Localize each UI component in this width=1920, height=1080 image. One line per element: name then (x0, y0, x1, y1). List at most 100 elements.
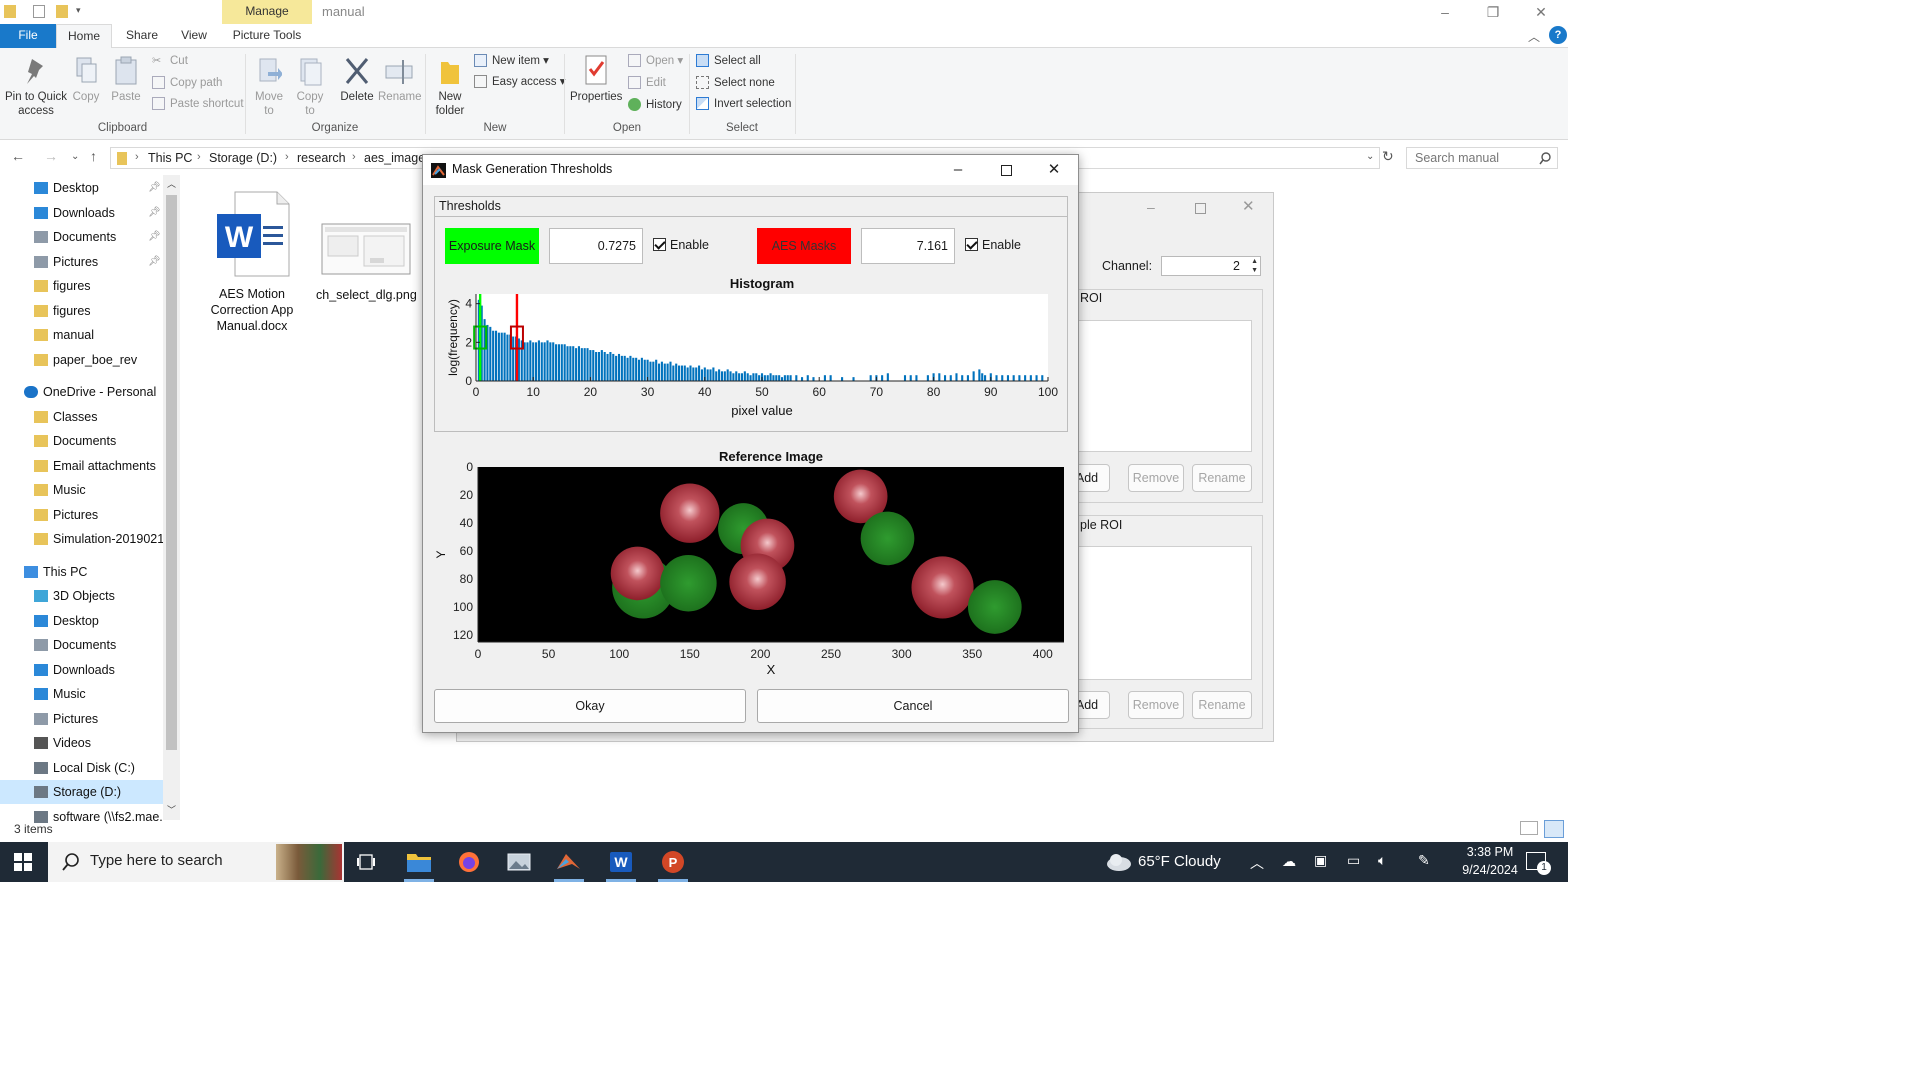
remove-roi-button[interactable]: Remove (1128, 464, 1184, 492)
breadcrumb-aes-image[interactable]: aes_image (364, 151, 425, 165)
tab-file[interactable]: File (0, 24, 56, 48)
bg-minimize-icon[interactable]: – (1147, 199, 1155, 215)
display-tray-icon[interactable]: ▣ (1314, 852, 1327, 869)
roi-list[interactable] (1074, 320, 1252, 452)
delete-button[interactable]: Delete (338, 56, 376, 104)
properties-button[interactable]: Properties (570, 54, 622, 104)
history-button[interactable]: History (626, 95, 682, 115)
large-icons-view-icon[interactable] (1544, 820, 1564, 838)
open-button[interactable]: Open ▾ (626, 51, 683, 71)
powerpoint-taskbar-icon[interactable]: P (650, 842, 696, 882)
rename-button[interactable]: Rename (378, 56, 421, 104)
breadcrumb-research[interactable]: research (297, 151, 346, 165)
nav-item-quick[interactable]: paper_boe_rev (0, 348, 163, 372)
aes-enable-checkbox[interactable]: Enable (965, 238, 1021, 253)
word-taskbar-icon[interactable]: W (598, 842, 644, 882)
up-arrow-icon[interactable]: ↑ (90, 148, 97, 164)
taskbar-search-box[interactable]: Type here to search (48, 842, 344, 882)
paste-shortcut-button[interactable]: Paste shortcut (150, 94, 244, 114)
histogram-chart[interactable]: Histogram 0 10 20 30 40 50 60 70 80 90 100 0 2 4 pixel … (435, 275, 1067, 430)
exposure-threshold-input[interactable]: 0.7275 (549, 228, 643, 264)
tab-view[interactable]: View (170, 24, 218, 48)
paste-button[interactable]: Paste (110, 56, 142, 104)
nav-item-this-pc[interactable]: This PC (0, 560, 163, 584)
volume-icon[interactable]: 🔈︎ (1378, 852, 1386, 869)
nav-item-this-pc-child[interactable]: Storage (D:) (0, 780, 163, 804)
nav-item-onedrive-folder[interactable]: Email attachments (0, 454, 163, 478)
rename-sample-roi-button[interactable]: Rename (1192, 691, 1252, 719)
nav-item-this-pc-child[interactable]: Documents (0, 633, 163, 657)
aes-threshold-input[interactable]: 7.161 (861, 228, 955, 264)
onedrive-tray-icon[interactable]: ☁ (1282, 853, 1296, 870)
pen-icon[interactable]: ✎ (1418, 852, 1430, 869)
edit-button[interactable]: Edit (626, 73, 666, 93)
new-item-button[interactable]: New item ▾ (472, 51, 549, 71)
forward-arrow-icon[interactable]: → (44, 148, 58, 164)
select-none-button[interactable]: Select none (694, 73, 775, 93)
nav-item-onedrive-folder[interactable]: Pictures (0, 503, 163, 527)
channel-spinner[interactable]: 2 ▲ ▼ (1161, 256, 1261, 276)
nav-item-quick[interactable]: Pictures 📌︎ (0, 250, 163, 274)
back-arrow-icon[interactable]: ← (11, 148, 25, 164)
copy-to-button[interactable]: Copy to (293, 56, 327, 118)
scroll-down-icon[interactable]: ﹀ (167, 803, 176, 816)
nav-item-this-pc-child[interactable]: Local Disk (C:) (0, 756, 163, 780)
nav-item-this-pc-child[interactable]: 3D Objects (0, 584, 163, 608)
windows-start-icon[interactable] (14, 853, 32, 874)
bg-maximize-icon[interactable] (1195, 203, 1206, 214)
remove-sample-roi-button[interactable]: Remove (1128, 691, 1184, 719)
breadcrumb-storage[interactable]: Storage (D:) (209, 151, 277, 165)
refresh-icon[interactable]: ↻ (1382, 148, 1394, 165)
nav-item-quick[interactable]: figures (0, 274, 163, 298)
search-input[interactable]: Search manual (1406, 147, 1558, 169)
easy-access-button[interactable]: Easy access ▾ (472, 72, 566, 92)
minimize-button[interactable]: – (1422, 2, 1468, 22)
nav-item-onedrive-folder[interactable]: Classes (0, 405, 163, 429)
file-item-png[interactable]: ch_select_dlg.png (316, 222, 417, 303)
manage-context-tab[interactable]: Manage (222, 0, 312, 24)
show-hidden-icons-icon[interactable]: ︿ (1250, 853, 1264, 873)
nav-item-quick[interactable]: figures (0, 299, 163, 323)
clock-time[interactable]: 3:38 PM (1459, 845, 1521, 859)
nav-item-quick[interactable]: Documents 📌︎ (0, 225, 163, 249)
battery-icon[interactable]: ▭ (1347, 852, 1360, 869)
nav-item-this-pc-child[interactable]: Downloads (0, 658, 163, 682)
dialog-maximize-button[interactable] (982, 155, 1030, 185)
copy-button[interactable]: Copy (70, 56, 102, 104)
nav-item-onedrive-folder[interactable]: Music (0, 478, 163, 502)
reference-image-chart[interactable]: Reference Image 0 50 100 150 200 250 300 350 400 0… (434, 445, 1068, 680)
scrollbar-thumb[interactable] (166, 195, 177, 750)
sample-roi-list[interactable] (1074, 546, 1252, 680)
bg-close-icon[interactable]: ✕ (1242, 197, 1255, 215)
restore-button[interactable]: ❐ (1470, 2, 1516, 22)
pin-quick-access-button[interactable]: Pin to Quick access (4, 56, 68, 118)
photos-taskbar-icon[interactable] (496, 842, 542, 882)
file-explorer-taskbar-icon[interactable] (396, 842, 442, 882)
matlab-taskbar-icon[interactable] (546, 842, 592, 882)
address-dropdown-icon[interactable]: ⌄ (1366, 151, 1374, 162)
recent-locations-icon[interactable]: ⌄ (71, 151, 79, 162)
nav-item-onedrive-folder[interactable]: Documents (0, 429, 163, 453)
okay-button[interactable]: Okay (434, 689, 746, 723)
breadcrumb-separator[interactable]: › (352, 151, 356, 163)
tab-picture-tools[interactable]: Picture Tools (222, 24, 312, 48)
rename-roi-button[interactable]: Rename (1192, 464, 1252, 492)
move-to-button[interactable]: Move to (252, 56, 286, 118)
customize-quick-access-icon[interactable]: ▾ (76, 5, 84, 18)
nav-item-onedrive[interactable]: OneDrive - Personal (0, 380, 163, 404)
select-all-button[interactable]: Select all (694, 51, 761, 71)
dialog-minimize-button[interactable]: – (934, 155, 982, 185)
new-folder-quick-icon[interactable] (56, 5, 68, 18)
nav-scrollbar[interactable]: ︿ ﹀ (163, 175, 180, 820)
new-folder-button[interactable]: New folder (432, 56, 468, 118)
breadcrumb-separator[interactable]: › (135, 151, 139, 163)
help-icon[interactable]: ? (1549, 26, 1567, 44)
task-view-icon[interactable] (344, 842, 390, 882)
dialog-titlebar[interactable]: Mask Generation Thresholds – ✕ (423, 155, 1078, 185)
breadcrumb-separator[interactable]: › (197, 151, 201, 163)
collapse-ribbon-icon[interactable]: ︿ (1528, 28, 1540, 45)
nav-item-this-pc-child[interactable]: Music (0, 682, 163, 706)
nav-item-quick[interactable]: manual (0, 323, 163, 347)
firefox-taskbar-icon[interactable] (446, 842, 492, 882)
weather-text[interactable]: 65°F Cloudy (1138, 853, 1221, 870)
